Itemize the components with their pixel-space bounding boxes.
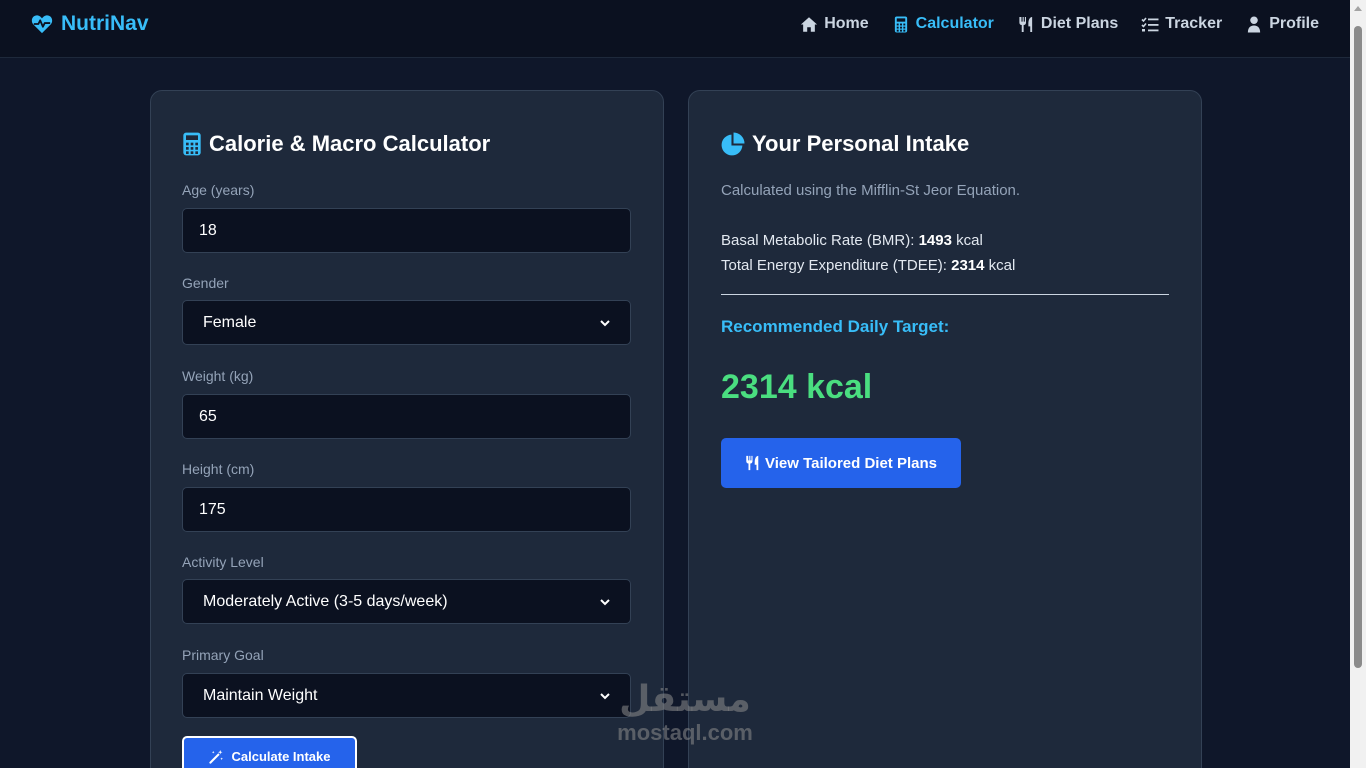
chevron-down-icon xyxy=(600,598,610,605)
activity-label: Activity Level xyxy=(182,554,264,570)
bmr-label: Basal Metabolic Rate (BMR): xyxy=(721,232,915,249)
scroll-up-arrow-icon[interactable] xyxy=(1354,6,1362,11)
height-label: Height (cm) xyxy=(182,461,255,477)
intake-title: Your Personal Intake xyxy=(720,131,969,157)
bmr-stat: Basal Metabolic Rate (BMR): 1493 kcal xyxy=(721,232,983,249)
age-value: 18 xyxy=(199,221,217,239)
heartbeat-icon xyxy=(31,15,53,34)
page-scrollbar[interactable] xyxy=(1350,0,1366,768)
target-label: Recommended Daily Target: xyxy=(721,317,950,336)
nav-item-profile[interactable]: Profile xyxy=(1245,15,1319,33)
nav-item-home[interactable]: Home xyxy=(800,15,869,33)
utensils-icon xyxy=(1019,16,1033,32)
weight-input[interactable]: 65 xyxy=(182,394,631,439)
weight-label: Weight (kg) xyxy=(182,368,254,384)
tdee-stat: Total Energy Expenditure (TDEE): 2314 kc… xyxy=(721,257,1015,274)
bmr-unit: kcal xyxy=(956,232,983,249)
utensils-icon xyxy=(746,455,759,471)
nav-item-calculator[interactable]: Calculator xyxy=(892,15,994,33)
age-input[interactable]: 18 xyxy=(182,208,631,253)
nav-item-diet-plans[interactable]: Diet Plans xyxy=(1017,15,1118,33)
user-icon xyxy=(1248,15,1261,33)
goal-label: Primary Goal xyxy=(182,647,264,663)
nav-label-tracker: Tracker xyxy=(1165,15,1223,32)
chevron-down-icon xyxy=(600,319,610,326)
activity-select[interactable]: Moderately Active (3-5 days/week) xyxy=(182,579,631,624)
goal-value: Maintain Weight xyxy=(203,686,318,704)
nav-item-tracker[interactable]: Tracker xyxy=(1141,15,1222,33)
home-icon xyxy=(801,16,818,32)
navbar: NutriNav Home Calculator Diet Plans Trac… xyxy=(0,0,1350,58)
age-label: Age (years) xyxy=(182,182,255,198)
view-diet-plans-label: View Tailored Diet Plans xyxy=(764,454,937,472)
target-value: 2314 kcal xyxy=(721,368,873,406)
calculator-icon xyxy=(894,15,907,33)
pie-chart-icon xyxy=(721,132,745,155)
tdee-unit: kcal xyxy=(988,257,1016,274)
calculate-intake-button[interactable]: Calculate Intake xyxy=(182,736,357,768)
checklist-icon xyxy=(1141,16,1159,31)
calculate-intake-label: Calculate Intake xyxy=(231,748,331,764)
nav-label-profile: Profile xyxy=(1269,15,1319,32)
scrollbar-thumb[interactable] xyxy=(1354,26,1362,668)
activity-value: Moderately Active (3-5 days/week) xyxy=(203,592,448,610)
gender-select[interactable]: Female xyxy=(182,300,631,345)
calculator-icon xyxy=(183,132,201,156)
nav-label-diet-plans: Diet Plans xyxy=(1040,15,1119,32)
watermark: مستقل mostaql.com xyxy=(600,680,770,752)
intake-subtitle: Calculated using the Mifflin-St Jeor Equ… xyxy=(721,182,1021,199)
gender-value: Female xyxy=(203,313,257,331)
watermark-arabic: مستقل xyxy=(619,679,751,720)
tdee-label: Total Energy Expenditure (TDEE): xyxy=(721,257,947,274)
brand-name: NutriNav xyxy=(61,12,149,35)
calculator-card: Calorie & Macro Calculator Age (years) 1… xyxy=(150,90,664,768)
weight-value: 65 xyxy=(199,407,217,425)
divider xyxy=(721,294,1169,295)
bmr-value: 1493 xyxy=(918,232,952,249)
intake-card: Your Personal Intake Calculated using th… xyxy=(688,90,1202,768)
goal-select[interactable]: Maintain Weight xyxy=(182,673,631,718)
height-input[interactable]: 175 xyxy=(182,487,631,532)
brand-logo[interactable]: NutriNav xyxy=(31,11,149,37)
tdee-value: 2314 xyxy=(951,257,985,274)
gender-label: Gender xyxy=(182,275,229,291)
height-value: 175 xyxy=(199,500,226,518)
intake-title-text: Your Personal Intake xyxy=(752,131,970,156)
view-diet-plans-button[interactable]: View Tailored Diet Plans xyxy=(721,438,961,488)
calculator-title: Calorie & Macro Calculator xyxy=(182,131,490,157)
magic-wand-icon xyxy=(208,749,223,764)
main-nav: Home Calculator Diet Plans Tracker Profi… xyxy=(800,13,1319,35)
calculator-title-text: Calorie & Macro Calculator xyxy=(209,131,491,156)
nav-label-home: Home xyxy=(824,15,869,32)
watermark-latin: mostaql.com xyxy=(617,720,753,745)
nav-label-calculator: Calculator xyxy=(915,15,994,32)
